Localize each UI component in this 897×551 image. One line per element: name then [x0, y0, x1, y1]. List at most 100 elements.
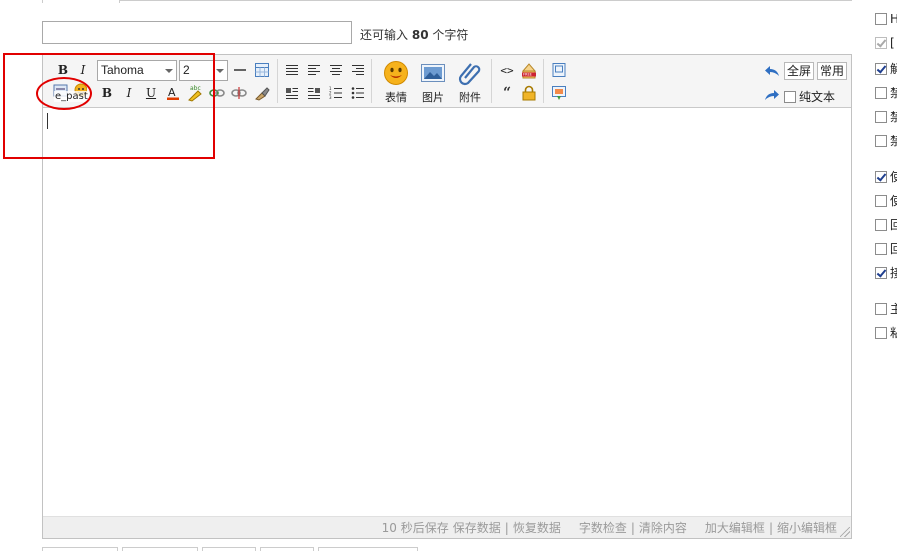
save-data-link[interactable]: 保存数据	[453, 519, 501, 536]
paperclip-icon	[458, 62, 481, 85]
autosave-countdown: 10 秒后保存	[381, 521, 449, 535]
smiley-icon	[384, 60, 408, 85]
post-option-label: 使	[890, 170, 897, 184]
float-left-icon[interactable]	[283, 84, 301, 102]
post-option-item[interactable]: 回	[875, 240, 897, 257]
toolbar-separator	[277, 59, 278, 103]
post-option-checkbox[interactable]	[875, 242, 887, 255]
toolbar-separator	[371, 59, 372, 103]
link-icon[interactable]	[208, 84, 226, 102]
post-option-item[interactable]: 主	[875, 300, 897, 317]
toolbar-separator	[491, 59, 492, 103]
post-option-checkbox[interactable]	[875, 110, 887, 123]
align-center-icon[interactable]	[327, 61, 345, 79]
insert-media-icon[interactable]	[550, 84, 568, 102]
bottom-tab[interactable]	[122, 547, 198, 551]
common-button[interactable]: 常用	[817, 62, 848, 80]
post-option-item[interactable]: 禁	[875, 84, 897, 101]
align-right-icon[interactable]	[349, 61, 367, 79]
bold-button[interactable]: B	[54, 61, 72, 79]
rich-text-editor: B I Tahoma 2 e_past B I U A abc 1 2 3 表情…	[42, 54, 852, 539]
underline-button[interactable]: U	[142, 84, 160, 102]
float-right-icon[interactable]	[305, 84, 323, 102]
quote-icon[interactable]: “	[498, 84, 516, 102]
align-justify-icon[interactable]	[283, 61, 301, 79]
editor-statusbar: 10 秒后保存 保存数据 | 恢复数据 字数检查 | 清除内容 加大编辑框 | …	[43, 516, 851, 538]
unlink-icon[interactable]	[230, 84, 248, 102]
redo-icon[interactable]	[763, 86, 781, 104]
post-option-item[interactable]: 使	[875, 168, 897, 185]
post-option-checkbox[interactable]	[875, 302, 887, 315]
attachment-button[interactable]: 附件	[453, 58, 487, 106]
char-remaining-count: 80	[411, 28, 429, 42]
paste-icon[interactable]: e_past	[52, 83, 89, 103]
post-option-item[interactable]: 使	[875, 192, 897, 209]
font-family-select[interactable]: Tahoma	[97, 60, 177, 81]
resize-grip-icon[interactable]	[840, 527, 850, 537]
post-option-checkbox[interactable]	[875, 218, 887, 231]
font-size-select[interactable]: 2	[179, 60, 228, 81]
post-option-checkbox[interactable]	[875, 13, 887, 25]
post-option-item[interactable]: 回	[875, 216, 897, 233]
paste-icon-label: e_past	[54, 91, 89, 102]
editor-toolbar: B I Tahoma 2 e_past B I U A abc 1 2 3 表情…	[43, 55, 851, 108]
post-option-item[interactable]: [	[875, 36, 895, 50]
bottom-tab[interactable]	[42, 547, 118, 551]
code-icon[interactable]: <>	[498, 61, 516, 79]
post-option-checkbox[interactable]	[875, 170, 887, 183]
post-option-label: 禁	[890, 110, 897, 124]
post-option-item[interactable]: 粘	[875, 324, 897, 341]
font-color-icon[interactable]: A	[164, 84, 182, 102]
post-option-item[interactable]: 解	[875, 60, 897, 77]
unordered-list-icon[interactable]	[349, 84, 367, 102]
undo-icon[interactable]	[763, 62, 781, 80]
align-left-icon[interactable]	[305, 61, 323, 79]
italic-button[interactable]: I	[74, 61, 92, 79]
svg-text:A: A	[168, 86, 176, 99]
status-divider: |	[630, 520, 635, 535]
page-break-icon[interactable]	[550, 61, 568, 79]
hide-content-icon[interactable]	[520, 84, 538, 102]
status-divider: |	[768, 520, 773, 535]
post-option-checkbox[interactable]	[875, 194, 887, 207]
top-divider	[120, 0, 852, 1]
shrink-editor-link[interactable]: 缩小编辑框	[777, 519, 837, 536]
clear-format-icon[interactable]	[253, 84, 271, 102]
bottom-tab[interactable]	[260, 547, 314, 551]
italic-button-2[interactable]: I	[120, 84, 138, 102]
restore-data-link[interactable]: 恢复数据	[513, 519, 561, 536]
post-option-label: 接	[890, 266, 897, 280]
post-option-checkbox[interactable]	[875, 134, 887, 147]
ordered-list-icon[interactable]: 123	[327, 84, 345, 102]
bottom-tab[interactable]	[202, 547, 256, 551]
emoticon-button[interactable]: 表情	[379, 58, 413, 106]
post-option-checkbox[interactable]	[875, 86, 887, 99]
image-button[interactable]: 图片	[416, 58, 450, 106]
post-option-item[interactable]: 禁	[875, 108, 897, 125]
post-option-label: 粘	[890, 326, 897, 340]
plain-text-checkbox[interactable]	[784, 90, 796, 103]
post-option-item[interactable]: 接	[875, 264, 897, 281]
free-content-icon[interactable]: FREE	[520, 61, 538, 79]
post-option-checkbox[interactable]	[875, 266, 887, 279]
subject-input[interactable]	[42, 21, 352, 44]
char-remaining: 还可输入 80 个字符	[360, 28, 469, 42]
bottom-tab[interactable]	[318, 547, 418, 551]
post-option-checkbox[interactable]	[875, 326, 887, 339]
clear-content-link[interactable]: 清除内容	[639, 519, 687, 536]
bold-button-2[interactable]: B	[98, 84, 116, 102]
svg-text:abc: abc	[190, 85, 201, 92]
post-option-item[interactable]: 禁	[875, 132, 897, 149]
fullscreen-button[interactable]: 全屏	[784, 62, 815, 80]
plain-text-toggle[interactable]: 纯文本	[784, 88, 835, 105]
table-icon[interactable]	[253, 61, 271, 79]
svg-text:3: 3	[329, 95, 332, 100]
post-option-label: 使	[890, 194, 897, 208]
horizontal-rule-icon[interactable]	[231, 61, 249, 79]
enlarge-editor-link[interactable]: 加大编辑框	[705, 519, 765, 536]
post-option-item[interactable]: H	[875, 12, 897, 26]
word-check-link[interactable]: 字数检查	[579, 519, 627, 536]
highlight-icon[interactable]: abc	[186, 84, 204, 102]
editor-content-area[interactable]	[43, 109, 851, 516]
post-option-checkbox[interactable]	[875, 62, 887, 75]
